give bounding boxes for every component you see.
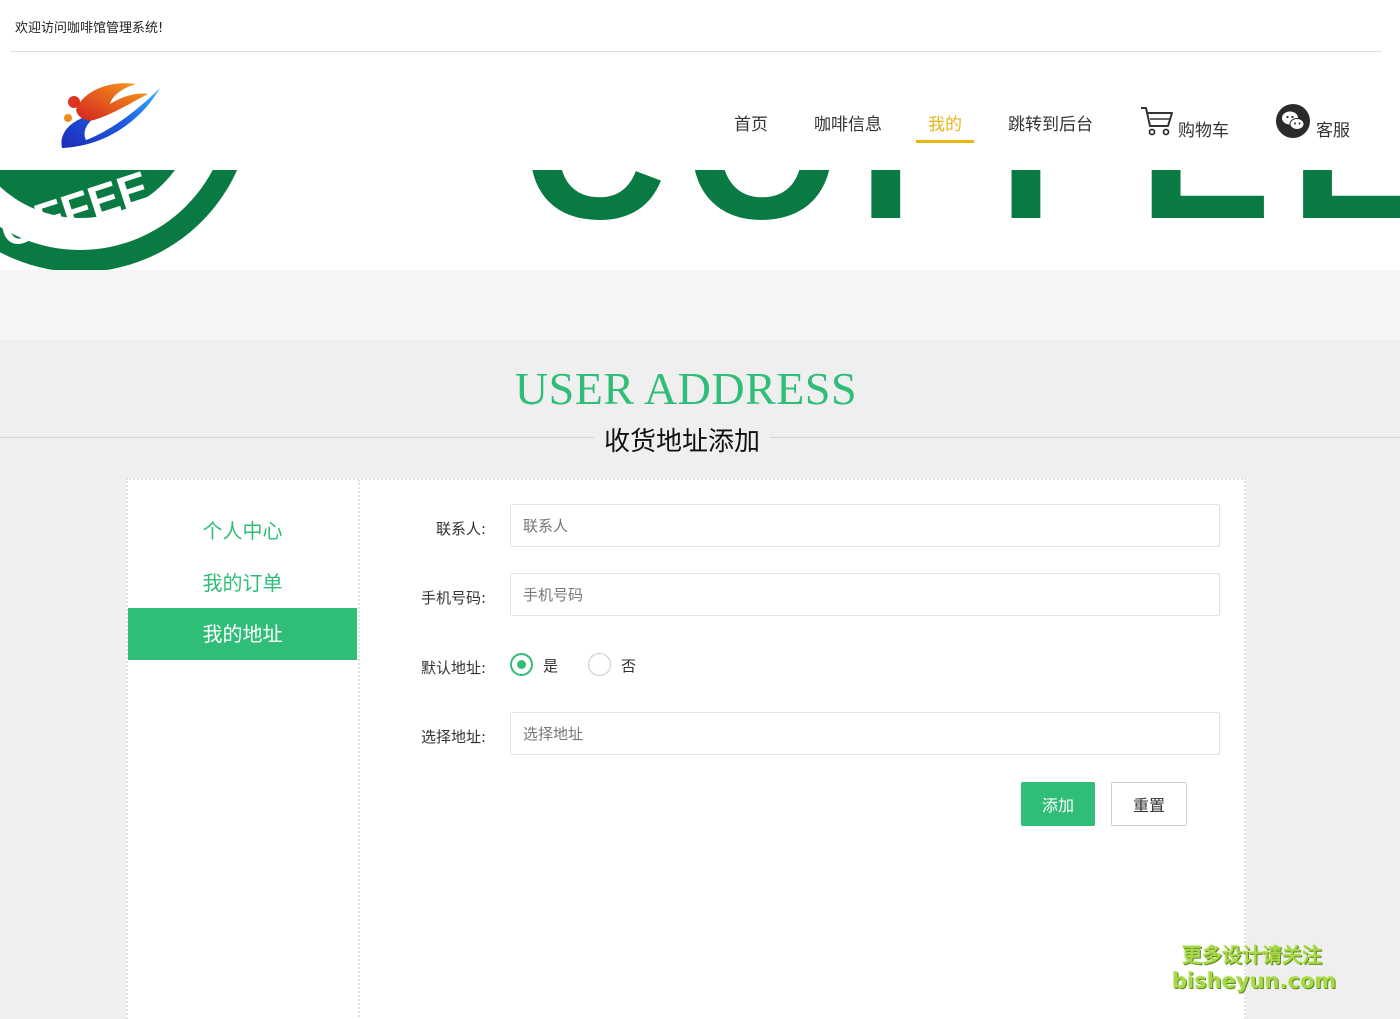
nav-service[interactable]: 客服 <box>1316 116 1350 141</box>
section-title-en: USER ADDRESS <box>514 363 858 414</box>
nav-mine[interactable]: 我的 <box>928 110 962 135</box>
default-address-label: 默认地址: <box>420 659 486 677</box>
contact-input[interactable] <box>510 504 1220 547</box>
banner-bottom-strip <box>0 270 1400 340</box>
address-select-input[interactable] <box>510 712 1220 755</box>
default-yes-label[interactable]: 是 <box>543 655 558 676</box>
banner-coffee-text: COFFEE <box>522 170 1400 261</box>
default-no-label[interactable]: 否 <box>621 655 636 676</box>
top-bar: 欢迎访问咖啡馆管理系统! <box>0 0 1400 52</box>
wechat-icon[interactable] <box>1275 103 1311 139</box>
nav-admin[interactable]: 跳转到后台 <box>1008 110 1093 135</box>
address-panel: 个人中心 我的订单 我的地址 联系人: 手机号码: 默认地址: 是 否 选择地址… <box>126 478 1246 1019</box>
sidebar-item-orders[interactable]: 我的订单 <box>128 557 357 609</box>
add-button[interactable]: 添加 <box>1021 782 1095 826</box>
coffee-banner-image: OFFEE COFFEE <box>0 170 1400 270</box>
sidebar-item-profile[interactable]: 个人中心 <box>128 505 357 557</box>
default-no-radio[interactable] <box>588 653 611 676</box>
watermark: 更多设计请关注 bisheyun.com <box>1172 942 1337 994</box>
sidebar-item-address[interactable]: 我的地址 <box>128 608 357 660</box>
banner: OFFEE COFFEE <box>0 170 1400 270</box>
welcome-text: 欢迎访问咖啡馆管理系统! <box>15 21 164 36</box>
watermark-line1: 更多设计请关注 <box>1182 943 1322 967</box>
cart-icon[interactable] <box>1140 106 1174 136</box>
nav-active-underline <box>916 140 974 143</box>
phone-input[interactable] <box>510 573 1220 616</box>
nav-coffee-info[interactable]: 咖啡信息 <box>814 110 882 135</box>
nav-cart[interactable]: 购物车 <box>1178 116 1229 141</box>
watermark-line2: bisheyun.com <box>1172 969 1337 993</box>
sidebar: 个人中心 我的订单 我的地址 <box>128 480 360 1019</box>
radio-dot <box>517 660 526 669</box>
main-nav: 首页 咖啡信息 我的 跳转到后台 购物车 客服 <box>0 52 1400 170</box>
section-title-cn: 收货地址添加 <box>594 421 771 458</box>
reset-button[interactable]: 重置 <box>1111 782 1187 826</box>
default-yes-radio[interactable] <box>510 653 533 676</box>
header: 首页 咖啡信息 我的 跳转到后台 购物车 客服 <box>0 52 1400 170</box>
nav-home[interactable]: 首页 <box>734 110 768 135</box>
phone-label: 手机号码: <box>420 589 486 607</box>
address-label: 选择地址: <box>420 728 486 746</box>
contact-label: 联系人: <box>435 520 486 538</box>
